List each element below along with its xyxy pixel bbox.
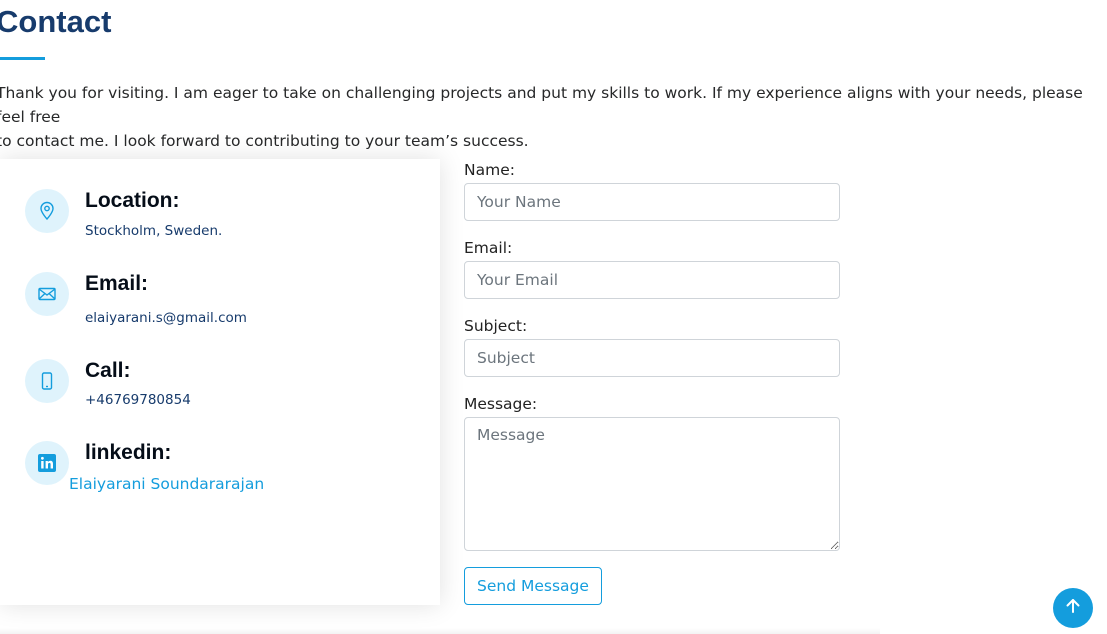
- name-input[interactable]: [464, 183, 840, 221]
- name-label: Name:: [464, 161, 515, 179]
- email-input[interactable]: [464, 261, 840, 299]
- linkedin-heading: linkedin:: [85, 441, 172, 464]
- section-divider-shadow: [0, 628, 880, 634]
- linkedin-icon: [25, 441, 69, 485]
- call-text: +46769780854: [85, 392, 191, 408]
- location-heading: Location:: [85, 189, 180, 212]
- email-label: Email:: [464, 239, 513, 257]
- envelope-icon: [25, 272, 69, 316]
- contact-info-card: Location: Stockholm, Sweden. Email: elai…: [0, 159, 440, 605]
- arrow-up-icon: [1064, 597, 1082, 619]
- linkedin-profile-link[interactable]: Elaiyarani Soundararajan: [69, 475, 264, 493]
- contact-page: Contact Thank you for visiting. I am eag…: [0, 0, 1107, 634]
- subject-label: Subject:: [464, 317, 528, 335]
- section-title: Contact: [0, 4, 112, 39]
- location-text: Stockholm, Sweden.: [85, 223, 223, 239]
- send-message-button[interactable]: Send Message: [464, 567, 602, 605]
- title-underline: [0, 57, 45, 60]
- call-heading: Call:: [85, 359, 131, 382]
- message-textarea[interactable]: [464, 417, 840, 551]
- subject-input[interactable]: [464, 339, 840, 377]
- intro-text: Thank you for visiting. I am eager to ta…: [0, 84, 1083, 150]
- message-label: Message:: [464, 395, 538, 413]
- location-pin-icon: [25, 189, 69, 233]
- back-to-top-button[interactable]: [1053, 588, 1093, 628]
- phone-icon: [25, 359, 69, 403]
- email-heading: Email:: [85, 272, 149, 295]
- email-text: elaiyarani.s@gmail.com: [85, 310, 247, 326]
